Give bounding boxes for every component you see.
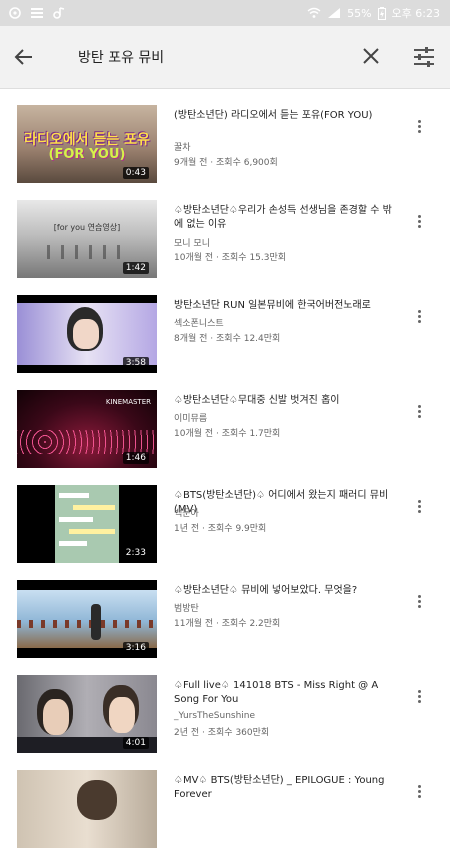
back-arrow-icon[interactable] — [12, 45, 36, 69]
video-title[interactable]: ♤방탄소년단♤우리가 손성득 선생님을 존경할 수 밖에 없는 이유 — [174, 204, 392, 232]
more-options-icon[interactable] — [412, 212, 430, 230]
video-title[interactable]: (방탄소년단) 라디오에서 듣는 포유(FOR YOU) — [174, 109, 392, 123]
notification-icon — [9, 7, 21, 19]
view-count: 조회수 12.4만회 — [216, 334, 281, 344]
video-thumbnail[interactable]: 3:58 — [17, 295, 157, 373]
signal-icon — [328, 8, 341, 18]
upload-age: 11개월 전 — [174, 619, 214, 629]
video-title[interactable]: 방탄소년단 RUN 일본뮤비에 한국어버전노래로 — [174, 299, 392, 313]
upload-age: 10개월 전 — [174, 429, 214, 439]
thumbnail-caption: 라디오에서 듣는 포유 — [24, 132, 150, 148]
status-bar: 55% 오후 6:23 — [0, 0, 450, 26]
video-meta: 10개월 전 · 조회수 1.7만회 — [174, 429, 281, 439]
more-options-icon[interactable] — [412, 307, 430, 325]
thumbnail-caption: [for you 연습영상] — [53, 223, 121, 232]
channel-name: 백문아 — [174, 509, 199, 519]
video-meta: 8개월 전 · 조회수 12.4만회 — [174, 334, 281, 344]
more-options-icon[interactable] — [412, 497, 430, 515]
channel-name: 꿀차 — [174, 143, 191, 153]
channel-name: _YursTheSunshine — [174, 711, 256, 721]
clear-search-icon[interactable] — [360, 45, 382, 67]
video-thumbnail[interactable]: KINEMASTER 1:46 — [17, 390, 157, 468]
channel-name: 이미뮤름 — [174, 414, 208, 424]
wifi-icon — [307, 7, 321, 18]
more-options-icon[interactable] — [412, 782, 430, 800]
more-options-icon[interactable] — [412, 592, 430, 610]
video-thumbnail[interactable] — [17, 770, 157, 848]
upload-age: 9개월 전 — [174, 158, 208, 168]
list-item[interactable]: 2:33 ♤BTS(방탄소년단)♤ 어디에서 왔는지 패러디 뮤비(MV) 백문… — [0, 485, 450, 580]
video-thumbnail[interactable]: 3:16 — [17, 580, 157, 658]
channel-name: 섹소폰니스트 — [174, 319, 224, 329]
battery-level: 55% — [347, 6, 372, 20]
list-item[interactable]: [for you 연습영상] 1:42 ♤방탄소년단♤우리가 손성득 선생님을 … — [0, 200, 450, 295]
video-meta: 10개월 전 · 조회수 15.3만회 — [174, 253, 287, 263]
list-item[interactable]: 4:01 ♤Full live♤ 141018 BTS - Miss Right… — [0, 675, 450, 770]
video-thumbnail[interactable]: [for you 연습영상] 1:42 — [17, 200, 157, 278]
video-title[interactable]: ♤MV♤ BTS(방탄소년단) _ EPILOGUE : Young Forev… — [174, 774, 392, 802]
music-icon — [53, 7, 65, 19]
view-count: 조회수 6,900회 — [216, 158, 278, 168]
list-item[interactable]: 3:16 ♤방탄소년단♤ 뮤비에 넣어보았다. 무엇을? 범방탄 11개월 전 … — [0, 580, 450, 675]
video-duration: 4:01 — [122, 737, 149, 749]
video-meta: 1년 전 · 조회수 9.9만회 — [174, 524, 267, 534]
list-item[interactable]: KINEMASTER 1:46 ♤방탄소년단♤무대중 신발 벗겨진 홉이 이미뮤… — [0, 390, 450, 485]
more-options-icon[interactable] — [412, 687, 430, 705]
channel-name: 범방탄 — [174, 604, 199, 614]
list-item[interactable]: ♤MV♤ BTS(방탄소년단) _ EPILOGUE : Young Forev… — [0, 770, 450, 865]
video-title[interactable]: ♤방탄소년단♤ 뮤비에 넣어보았다. 무엇을? — [174, 584, 392, 598]
video-thumbnail[interactable]: 라디오에서 듣는 포유 (FOR YOU) 0:43 — [17, 105, 157, 183]
video-duration: 2:33 — [122, 547, 149, 559]
view-count: 조회수 1.7만회 — [221, 429, 281, 439]
video-thumbnail[interactable]: 4:01 — [17, 675, 157, 753]
view-count: 조회수 9.9만회 — [207, 524, 267, 534]
video-duration: 3:58 — [122, 357, 149, 369]
view-count: 조회수 15.3만회 — [221, 253, 287, 263]
clock: 오후 6:23 — [391, 7, 440, 20]
video-meta: 2년 전 · 조회수 360만회 — [174, 728, 270, 738]
filter-icon[interactable] — [412, 45, 436, 69]
view-count: 조회수 360만회 — [207, 728, 270, 738]
video-title[interactable]: ♤BTS(방탄소년단)♤ 어디에서 왔는지 패러디 뮤비(MV) — [174, 489, 392, 517]
video-duration: 1:42 — [122, 262, 149, 274]
video-title[interactable]: ♤Full live♤ 141018 BTS - Miss Right @ A … — [174, 679, 392, 707]
video-duration: 3:16 — [122, 642, 149, 654]
search-header: 방탄 포유 뮤비 — [0, 26, 450, 89]
list-icon — [31, 8, 43, 18]
thumbnail-caption-2: (FOR YOU) — [48, 147, 126, 162]
upload-age: 1년 전 — [174, 524, 200, 534]
more-options-icon[interactable] — [412, 117, 430, 135]
video-meta: 11개월 전 · 조회수 2.2만회 — [174, 619, 281, 629]
upload-age: 2년 전 — [174, 728, 200, 738]
view-count: 조회수 2.2만회 — [221, 619, 281, 629]
list-item[interactable]: 라디오에서 듣는 포유 (FOR YOU) 0:43 (방탄소년단) 라디오에서… — [0, 105, 450, 200]
more-options-icon[interactable] — [412, 402, 430, 420]
upload-age: 10개월 전 — [174, 253, 214, 263]
video-duration: 0:43 — [122, 167, 149, 179]
battery-icon — [377, 6, 386, 20]
thumbnail-caption: KINEMASTER — [105, 398, 151, 406]
upload-age: 8개월 전 — [174, 334, 208, 344]
video-meta: 9개월 전 · 조회수 6,900회 — [174, 158, 278, 168]
video-title[interactable]: ♤방탄소년단♤무대중 신발 벗겨진 홉이 — [174, 394, 392, 408]
list-item[interactable]: 3:58 방탄소년단 RUN 일본뮤비에 한국어버전노래로 섹소폰니스트 8개월… — [0, 295, 450, 390]
search-query[interactable]: 방탄 포유 뮤비 — [78, 47, 164, 67]
video-thumbnail[interactable]: 2:33 — [17, 485, 157, 563]
video-duration: 1:46 — [122, 452, 149, 464]
channel-name: 모니 모니 — [174, 239, 210, 249]
